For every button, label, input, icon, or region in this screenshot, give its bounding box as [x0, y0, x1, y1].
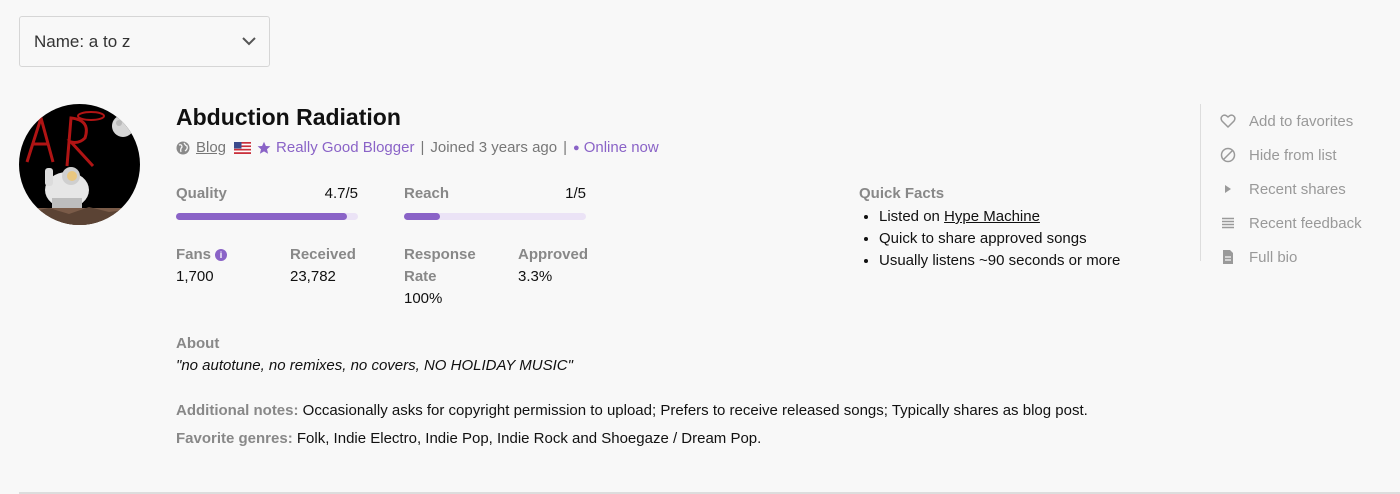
sort-dropdown-value: Name: a to z: [34, 31, 131, 51]
actions-divider: [1200, 104, 1201, 261]
blogger-badge: Really Good Blogger: [276, 139, 415, 156]
quality-bar: [176, 213, 358, 220]
curator-type-link[interactable]: Blog: [196, 139, 226, 156]
quick-facts: Quick Facts Listed on Hype Machine Quick…: [859, 185, 1120, 272]
favorite-genres: Favorite genres: Folk, Indie Electro, In…: [176, 430, 761, 447]
reach-label: Reach: [404, 185, 450, 202]
reach-bar: [404, 213, 586, 220]
recent-shares-label: Recent shares: [1249, 180, 1346, 198]
about-text: "no autotune, no remixes, no covers, NO …: [176, 357, 573, 374]
quick-facts-list: Listed on Hype Machine Quick to share ap…: [859, 206, 1120, 272]
favorite-genres-label: Favorite genres:: [176, 430, 293, 447]
play-icon: [1225, 185, 1231, 193]
document-icon: [1223, 250, 1233, 264]
recent-shares-button[interactable]: Recent shares: [1220, 172, 1362, 206]
recent-feedback-label: Recent feedback: [1249, 214, 1362, 232]
additional-notes-text: Occasionally asks for copyright permissi…: [298, 402, 1088, 419]
response-rate-label-line2: Rate: [404, 268, 437, 285]
avatar: [19, 104, 140, 225]
info-icon[interactable]: i: [215, 249, 228, 261]
actions-panel: Add to favorites Hide from list Recent s…: [1220, 104, 1362, 274]
approved-value: 3.3%: [518, 268, 553, 285]
additional-notes: Additional notes: Occasionally asks for …: [176, 402, 1088, 419]
list-item: Usually listens ~90 seconds or more: [879, 250, 1120, 272]
quality-bar-fill: [176, 213, 348, 220]
block-icon: [1220, 147, 1236, 163]
hype-machine-link[interactable]: Hype Machine: [944, 208, 1040, 225]
listed-on-prefix: Listed on: [879, 208, 945, 225]
response-rate-label-line1: Response: [404, 246, 476, 263]
approved-label: Approved: [518, 246, 589, 263]
us-flag-icon: [234, 141, 252, 154]
chevron-down-icon: [242, 37, 256, 46]
add-to-favorites-label: Add to favorites: [1249, 112, 1354, 130]
meta-separator: |: [420, 139, 425, 156]
curator-name[interactable]: Abduction Radiation: [176, 104, 401, 131]
full-bio-label: Full bio: [1249, 248, 1298, 266]
sort-dropdown[interactable]: Name: a to z: [19, 16, 270, 67]
add-to-favorites-button[interactable]: Add to favorites: [1220, 104, 1362, 138]
fans-label: Fans: [176, 246, 212, 263]
hide-from-list-label: Hide from list: [1249, 146, 1337, 164]
heart-icon: [1220, 114, 1236, 129]
globe-icon: [176, 141, 190, 154]
quality-value: 4.7/5: [324, 185, 358, 202]
about-label: About: [176, 335, 220, 352]
received-label: Received: [290, 246, 356, 263]
full-bio-button[interactable]: Full bio: [1220, 240, 1362, 274]
additional-notes-label: Additional notes:: [176, 402, 299, 419]
reach-value: 1/5: [565, 185, 586, 202]
received-value: 23,782: [290, 268, 336, 285]
online-status: Online now: [583, 139, 659, 156]
hide-from-list-button[interactable]: Hide from list: [1220, 138, 1362, 172]
quality-label: Quality: [176, 185, 227, 202]
quick-facts-title: Quick Facts: [859, 185, 945, 202]
list-item: Quick to share approved songs: [879, 228, 1120, 250]
fans-value: 1,700: [176, 268, 214, 285]
favorite-genres-text: Folk, Indie Electro, Indie Pop, Indie Ro…: [292, 430, 762, 447]
response-rate-value: 100%: [404, 290, 443, 307]
fans-stat: Fans i: [176, 246, 228, 264]
meta-separator: |: [563, 139, 568, 156]
reach-bar-fill: [404, 213, 441, 220]
star-icon: [257, 141, 271, 154]
lines-icon: [1222, 217, 1234, 229]
online-dot-icon: ●: [573, 141, 580, 154]
recent-feedback-button[interactable]: Recent feedback: [1220, 206, 1362, 240]
curator-meta: Blog Really Good Blogger | Joined 3 year…: [176, 139, 659, 156]
joined-text: Joined 3 years ago: [430, 139, 558, 156]
list-item: Listed on Hype Machine: [879, 206, 1120, 228]
